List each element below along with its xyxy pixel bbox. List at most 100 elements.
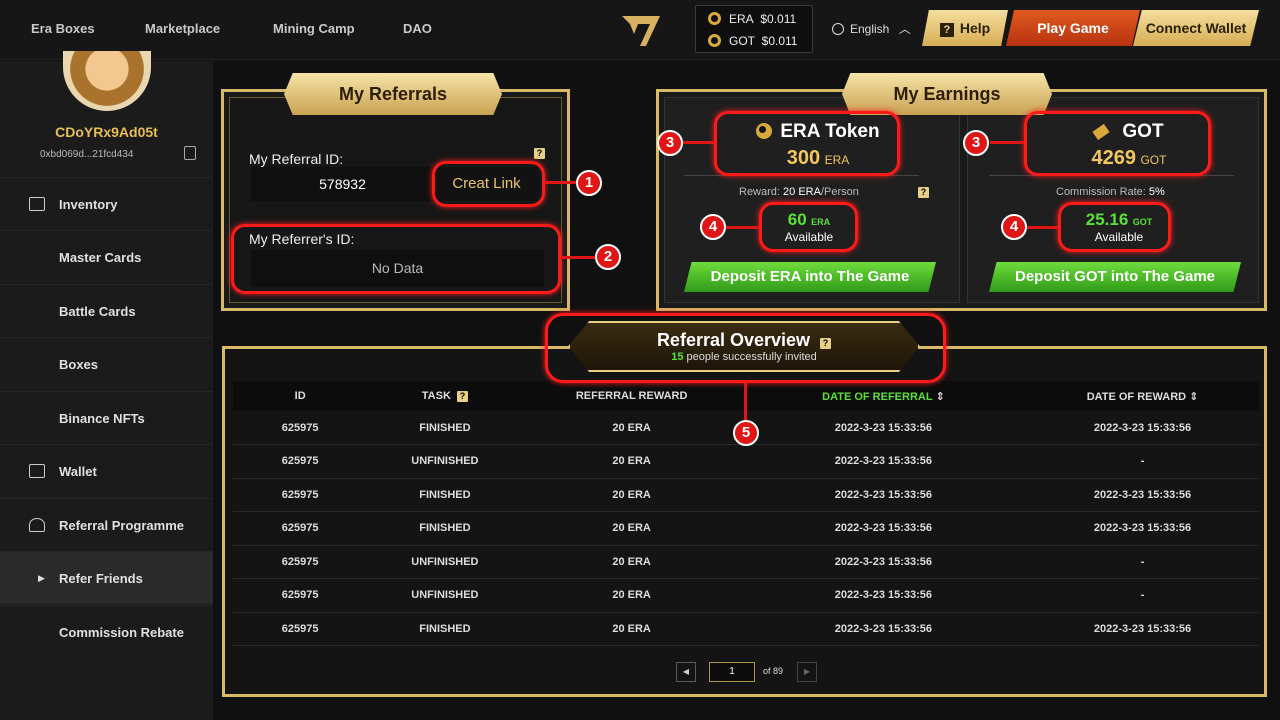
help-icon[interactable]: ? [918,187,929,198]
era-price-row: ERA $0.011 [708,12,796,26]
annotation-line [726,226,759,229]
layers-icon [29,197,45,211]
user-name: CDoYRx9Ad05t [55,124,158,140]
annotation-line [1027,226,1058,229]
col-date-of-referral[interactable]: DATE OF REFERRAL ⇕ [741,381,1026,411]
cell-id: 625975 [233,478,368,512]
annotation-line [990,141,1024,144]
cell-date-reward: 2022-3-23 15:33:56 [1026,511,1259,546]
avatar [63,51,151,111]
era-price-label: ERA [729,12,754,26]
cell-task: FINISHED [367,478,523,512]
deposit-got-button[interactable]: Deposit GOT into The Game [989,262,1241,292]
language-label: English [850,22,890,36]
annotation-box-got [1024,111,1211,176]
wallet-address: 0xbd069d...21fcd434 [40,149,134,160]
cell-date-referral: 2022-3-23 15:33:56 [740,578,1027,613]
annotation-line [561,256,595,259]
cell-id: 625975 [233,444,368,479]
sidebar-item-binance-nfts[interactable]: Binance NFTs [0,391,213,444]
cell-id: 625975 [233,545,368,579]
sort-icon[interactable]: ⇕ [1189,391,1198,403]
annotation-marker-4: 4 [700,214,726,240]
sidebar-item-referral-programme[interactable]: Referral Programme [0,498,213,551]
sidebar-item-inventory[interactable]: Inventory [0,177,213,230]
page-total: of 89 [763,666,784,676]
table-row: 625975 UNFINISHED 20 ERA 2022-3-23 15:33:56… [233,545,1259,579]
cell-date-referral: 2022-3-23 15:33:56 [740,444,1027,479]
annotation-marker-3: 3 [657,130,683,156]
annotation-box-era-token [714,111,900,176]
nav-era-boxes[interactable]: Era Boxes [31,0,95,58]
annotation-box-create-link [432,161,545,207]
cell-reward: 20 ERA [522,444,741,479]
nav-mining-camp[interactable]: Mining Camp [273,0,355,58]
sidebar-item-boxes[interactable]: Boxes [0,337,213,390]
cell-task: UNFINISHED [367,545,523,579]
cell-task: FINISHED [367,411,523,445]
sidebar-item-commission-rebate[interactable]: Commission Rebate [0,605,213,658]
cell-date-referral: 2022-3-23 15:33:56 [740,511,1027,546]
sidebar-item-wallet[interactable]: Wallet [0,444,213,497]
cell-id: 625975 [233,511,368,546]
deposit-era-button[interactable]: Deposit ERA into The Game [684,262,936,292]
cell-date-reward: 2022-3-23 15:33:56 [1026,411,1259,445]
cell-task: FINISHED [367,511,523,546]
help-icon: ? [939,23,954,37]
nav-dao[interactable]: DAO [403,0,432,58]
token-price-panel: ERA $0.011 GOT $0.011 [695,5,813,53]
help-icon[interactable]: ? [457,391,469,402]
annotation-marker-5: 5 [733,420,759,446]
sidebar-item-master-cards[interactable]: Master Cards [0,230,213,283]
cell-task: FINISHED [367,612,523,646]
cell-date-reward: 2022-3-23 15:33:56 [1026,612,1259,646]
referral-id-label: My Referral ID: [249,151,344,167]
annotation-box-got-available [1058,202,1171,252]
col-date-of-reward[interactable]: DATE OF REWARD ⇕ [1026,381,1259,411]
my-referrals-title: My Referrals [284,73,502,115]
cell-id: 625975 [233,578,368,613]
annotation-box-referrer [231,224,561,294]
table-row: 625975 FINISHED 20 ERA 2022-3-23 15:33:56 20… [233,612,1259,646]
referral-id-field[interactable]: 578932 [251,167,434,201]
prev-page-button[interactable]: ◀ [676,662,696,682]
annotation-line [682,141,714,144]
brand-logo[interactable] [616,10,666,52]
help-icon[interactable]: ? [534,148,545,159]
copy-icon[interactable] [184,146,196,160]
annotation-marker-2: 2 [595,244,621,270]
play-game-button[interactable]: Play Game [1006,10,1140,46]
sidebar-item-battle-cards[interactable]: Battle Cards [0,284,213,337]
table-row: 625975 FINISHED 20 ERA 2022-3-23 15:33:56 20… [233,478,1259,512]
page-input[interactable]: 1 [709,662,755,682]
cell-date-referral: 2022-3-23 15:33:56 [740,612,1027,646]
table-row: 625975 UNFINISHED 20 ERA 2022-3-23 15:33:56… [233,578,1259,613]
next-page-button[interactable]: ▶ [797,662,817,682]
cell-id: 625975 [233,612,368,646]
caret-right-icon: ▶ [38,573,45,583]
sort-icon[interactable]: ⇕ [935,391,944,403]
annotation-box-era-available [759,202,858,252]
cell-reward: 20 ERA [522,545,741,579]
annotation-box-overview [545,313,946,383]
cell-reward: 20 ERA [522,478,741,512]
nav-marketplace[interactable]: Marketplace [145,0,220,58]
cell-task: UNFINISHED [367,578,523,613]
got-commission-info: Commission Rate: 5% [1056,186,1165,198]
col-task: TASK ? [367,381,522,411]
col-id: ID [294,390,306,402]
table-row: 625975 FINISHED 20 ERA 2022-3-23 15:33:56 20… [233,511,1259,546]
cell-date-reward: - [1026,545,1259,579]
annotation-line [545,181,577,184]
connect-wallet-button[interactable]: Connect Wallet [1133,10,1259,46]
sidebar-item-refer-friends[interactable]: ▶ Refer Friends [0,551,213,604]
got-price-label: GOT [729,34,755,48]
language-selector[interactable]: English ︿ [832,20,911,37]
col-referral-reward: REFERRAL REWARD [575,390,688,402]
help-button[interactable]: ? Help [922,10,1008,46]
cell-reward: 20 ERA [522,411,741,445]
era-price-value: $0.011 [760,12,797,26]
globe-icon [832,23,844,35]
cell-task: UNFINISHED [367,444,523,479]
era-reward-info: Reward: 20 ERA/Person [739,186,859,198]
